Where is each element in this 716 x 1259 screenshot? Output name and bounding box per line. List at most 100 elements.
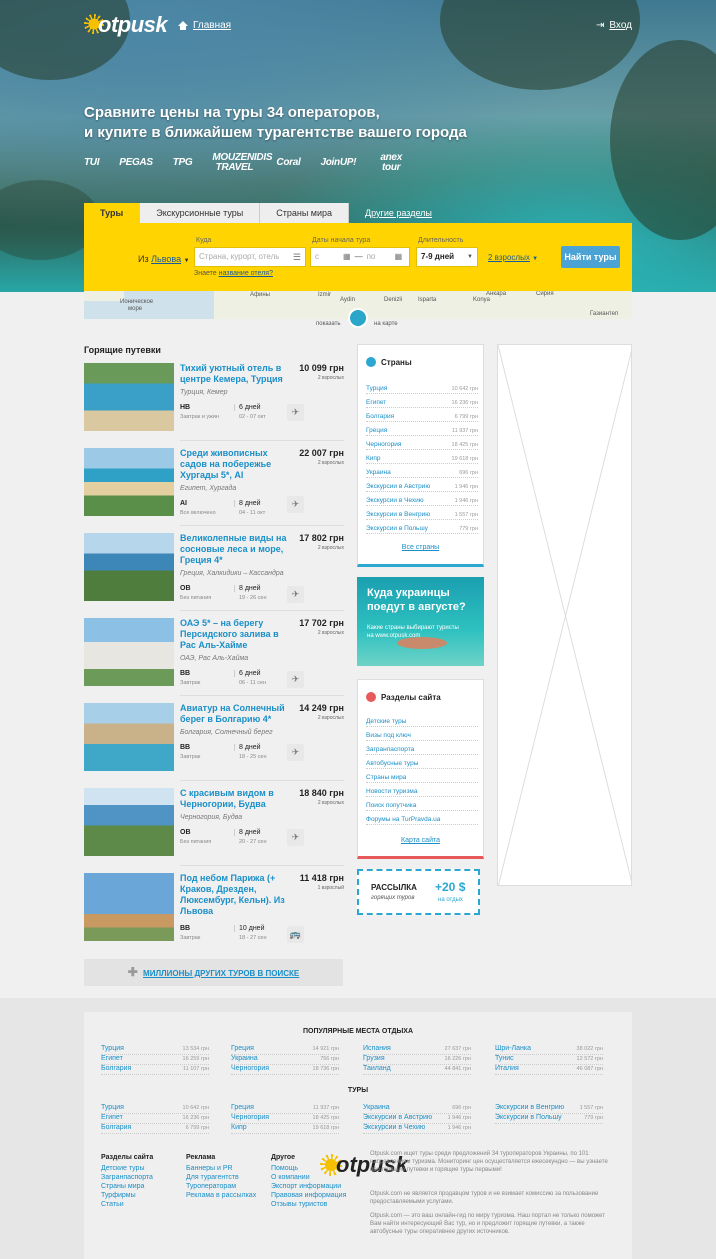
footer-list-item[interactable]: Экскурсии в Чехию 1 946 грн (363, 1124, 471, 1134)
footer-link[interactable]: Правовая информация (271, 1191, 346, 1200)
footer-link[interactable]: Турфирмы (101, 1191, 153, 1200)
footer-list-item[interactable]: Экскурсии в Австрию 1 946 грн (363, 1114, 471, 1124)
hotel-name-link[interactable]: название отеля? (219, 270, 273, 277)
deal-title[interactable]: Авиатур на Солнечный берег в Болгарию 4* (180, 703, 288, 725)
deal-title[interactable]: Среди живописных садов на побережье Хург… (180, 448, 288, 481)
deal-title[interactable]: Тихий уютный отель в центре Кемера, Турц… (180, 363, 288, 385)
footer-list-item[interactable]: Таиланд 44 841 грн (363, 1065, 471, 1075)
nav-home-link[interactable]: Главная (178, 20, 231, 31)
list-item[interactable]: Египет 16 236 грн (366, 399, 478, 408)
hotel-photo[interactable] (84, 363, 174, 431)
login-link[interactable]: ⇥ Вход (596, 20, 632, 31)
footer-link[interactable]: Для турагентств (186, 1173, 256, 1182)
hotel-photo[interactable] (84, 618, 174, 686)
list-item[interactable]: Страны мира (366, 774, 478, 783)
deal-card[interactable]: С красивым видом в Черногории, Будва 18 … (84, 788, 344, 863)
footer-link[interactable]: Загранпаспорта (101, 1173, 153, 1182)
deal-card[interactable]: Под небом Парижа (+ Краков, Дрезден, Люк… (84, 873, 344, 953)
footer-list-item[interactable]: Греция 14 921 грн (231, 1045, 339, 1055)
footer-list-item[interactable]: Болгария 11 107 грн (101, 1065, 209, 1075)
deal-card[interactable]: ОАЭ 5* – на берегу Персидского залива в … (84, 618, 344, 693)
list-item[interactable]: Автобусные туры (366, 760, 478, 769)
list-item[interactable]: Визы под ключ (366, 732, 478, 741)
more-tours-button[interactable]: ✚ МИЛЛИОНЫ ДРУГИХ ТУРОВ В ПОИСКЕ (84, 959, 343, 986)
list-item[interactable]: Украина 696 грн (366, 469, 478, 478)
tab-excursion-tours[interactable]: Экскурсионные туры (140, 203, 261, 223)
list-item[interactable]: Новости туризма (366, 788, 478, 797)
calendar-icon[interactable]: ▦ (343, 248, 351, 266)
map-pin-icon[interactable] (348, 308, 368, 328)
list-item[interactable]: Черногория 18 425 грн (366, 441, 478, 450)
hotel-photo[interactable] (84, 703, 174, 771)
footer-link[interactable]: Детские туры (101, 1164, 153, 1173)
footer-list-item[interactable]: Египет 16 259 грн (101, 1055, 209, 1065)
adults-select[interactable]: 2 взрослых ▼ (488, 253, 538, 262)
hotel-photo[interactable] (84, 873, 174, 941)
deal-card[interactable]: Авиатур на Солнечный берег в Болгарию 4*… (84, 703, 344, 778)
hotel-photo[interactable] (84, 533, 174, 601)
footer-link[interactable]: Экспорт информации (271, 1182, 346, 1191)
deal-card[interactable]: Великолепные виды на сосновые леса и мор… (84, 533, 344, 608)
footer-list-item[interactable]: Египет 16 236 грн (101, 1114, 209, 1124)
list-item[interactable]: Экскурсии в Австрию 1 946 грн (366, 483, 478, 492)
search-button[interactable]: Найти туры (561, 246, 620, 268)
on-map-label[interactable]: на карте (374, 321, 398, 327)
footer-list-item[interactable]: Турция 10 642 грн (101, 1104, 209, 1114)
deal-card[interactable]: Тихий уютный отель в центре Кемера, Турц… (84, 363, 344, 438)
tab-other-sections[interactable]: Другие разделы (349, 203, 448, 223)
footer-list-item[interactable]: Грузия 16 226 грн (363, 1055, 471, 1065)
deal-title[interactable]: Под небом Парижа (+ Краков, Дрезден, Люк… (180, 873, 288, 917)
duration-select[interactable]: 7-9 дней ▼ (416, 247, 478, 267)
list-item[interactable]: Поиск попутчика (366, 802, 478, 811)
deal-title[interactable]: ОАЭ 5* – на берегу Персидского залива в … (180, 618, 288, 651)
list-item[interactable]: Болгария 6 799 грн (366, 413, 478, 422)
show-on-map-label[interactable]: показать (316, 321, 340, 327)
footer-list-item[interactable]: Турция 13 534 грн (101, 1045, 209, 1055)
footer-list-item[interactable]: Украина 756 грн (231, 1055, 339, 1065)
hotel-photo[interactable] (84, 448, 174, 516)
footer-list-item[interactable]: Черногория 18 425 грн (231, 1114, 339, 1124)
deal-title[interactable]: Великолепные виды на сосновые леса и мор… (180, 533, 288, 566)
list-icon[interactable]: ☰ (293, 248, 301, 266)
list-item[interactable]: Греция 11 937 грн (366, 427, 478, 436)
footer-list-item[interactable]: Украина 696 грн (363, 1104, 471, 1114)
footer-list-item[interactable]: Шри-Ланка 38 022 грн (495, 1045, 603, 1055)
footer-list-item[interactable]: Тунис 12 572 грн (495, 1055, 603, 1065)
footer-link[interactable]: Туроператорам (186, 1182, 256, 1191)
calendar-icon[interactable]: ▦ (395, 248, 403, 266)
list-item[interactable]: Турция 10 642 грн (366, 385, 478, 394)
footer-list-item[interactable]: Испания 27 637 грн (363, 1045, 471, 1055)
tab-tours[interactable]: Туры (84, 203, 141, 223)
deal-card[interactable]: Среди живописных садов на побережье Хург… (84, 448, 344, 523)
logo[interactable]: otpusk (84, 12, 168, 38)
footer-list-item[interactable]: Греция 11 937 грн (231, 1104, 339, 1114)
list-item[interactable]: Детские туры (366, 718, 478, 727)
hotel-photo[interactable] (84, 788, 174, 856)
footer-list-item[interactable]: Экскурсии в Польшу 779 грн (495, 1114, 603, 1124)
date-range-input[interactable]: с ▦ — по ▦ (310, 247, 410, 267)
subscribe-box[interactable]: РАССЫЛКА горящих туров +20 $ на отдых (357, 869, 480, 915)
destination-input[interactable]: Страна, курорт, отель ☰ (194, 247, 306, 267)
footer-list-item[interactable]: Экскурсии в Венгрию 1 557 грн (495, 1104, 603, 1114)
footer-link[interactable]: Реклама в рассылках (186, 1191, 256, 1200)
list-item[interactable]: Экскурсии в Венгрию 1 557 грн (366, 511, 478, 520)
footer-link[interactable]: Баннеры и PR (186, 1164, 256, 1173)
list-item[interactable]: Загранпаспорта (366, 746, 478, 755)
footer-link[interactable]: Отзывы туристов (271, 1200, 346, 1209)
list-item[interactable]: Кипр 19 618 грн (366, 455, 478, 464)
footer-list-item[interactable]: Кипр 19 618 грн (231, 1124, 339, 1134)
footer-list-item[interactable]: Черногория 18 736 грн (231, 1065, 339, 1075)
deal-title[interactable]: С красивым видом в Черногории, Будва (180, 788, 288, 810)
footer-list-item[interactable]: Болгария 6 799 грн (101, 1124, 209, 1134)
footer-link[interactable]: Страны мира (101, 1182, 153, 1191)
list-item[interactable]: Экскурсии в Чехию 1 946 грн (366, 497, 478, 506)
footer-list-item[interactable]: Италия 46 087 грн (495, 1065, 603, 1075)
sitemap-link[interactable]: Карта сайта (358, 837, 483, 844)
all-countries-link[interactable]: Все страны (358, 544, 483, 551)
promo-banner[interactable]: Куда украинцы поедут в августе? Какие ст… (357, 577, 484, 666)
tab-countries[interactable]: Страны мира (260, 203, 350, 223)
list-item[interactable]: Форумы на TurPravda.ua (366, 816, 478, 825)
footer-link[interactable]: Статьи (101, 1200, 153, 1209)
from-city-select[interactable]: Из Львова ▼ (138, 254, 190, 264)
list-item[interactable]: Экскурсии в Польшу 779 грн (366, 525, 478, 534)
